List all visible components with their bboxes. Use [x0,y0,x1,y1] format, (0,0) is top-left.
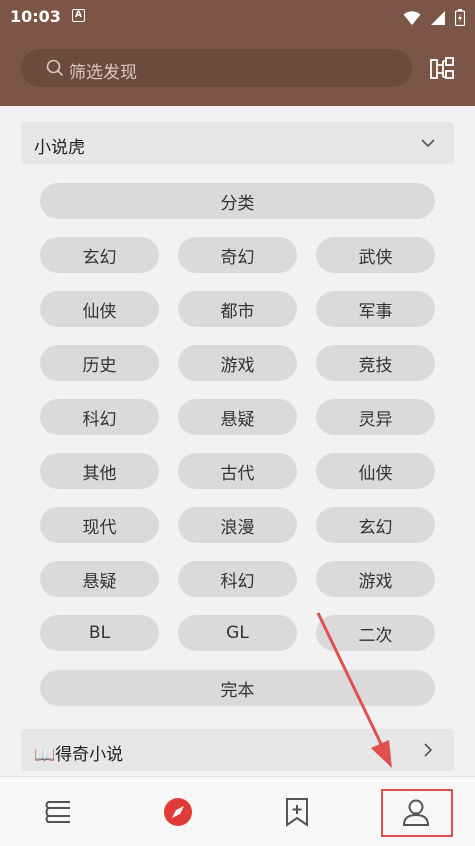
chip[interactable]: 历史 [40,345,159,381]
section-header-deqi[interactable]: 📖得奇小说 [21,729,454,771]
chip[interactable]: 仙侠 [316,453,435,489]
nav-explore[interactable] [119,777,237,846]
chip[interactable]: 仙侠 [40,291,159,327]
app-header: 10:03 A 筛选发现 [0,0,475,106]
chip[interactable]: 科幻 [178,561,297,597]
chip[interactable]: 悬疑 [178,399,297,435]
search-icon [46,59,64,77]
bookshelf-icon [45,801,70,823]
chip[interactable]: 玄幻 [316,507,435,543]
chip[interactable]: 其他 [40,453,159,489]
chip-footer[interactable]: 完本 [40,670,435,706]
signal-icon [430,10,445,25]
nav-bookshelf[interactable] [0,777,118,846]
chip[interactable]: 悬疑 [40,561,159,597]
chip[interactable]: BL [40,615,159,651]
chip[interactable]: 二次 [316,615,435,651]
status-bar: 10:03 A [0,0,475,34]
explore-icon [164,798,192,826]
chip[interactable]: 游戏 [316,561,435,597]
section-title: 小说虎 [34,138,85,158]
chip-header[interactable]: 分类 [40,183,435,219]
chevron-right-icon [424,743,433,757]
chip[interactable]: 奇幻 [178,237,297,273]
chevron-down-icon [421,139,435,148]
chip[interactable]: GL [178,615,297,651]
nav-bookmark[interactable] [238,777,356,846]
battery-icon [455,9,465,26]
chip[interactable]: 游戏 [178,345,297,381]
chip[interactable]: 军事 [316,291,435,327]
wifi-icon [403,10,421,25]
chip[interactable]: 武侠 [316,237,435,273]
chip[interactable]: 现代 [40,507,159,543]
search-input[interactable]: 筛选发现 [21,49,412,87]
section-header-xiaoshuohu[interactable]: 小说虎 [21,122,454,164]
chip[interactable]: 灵异 [316,399,435,435]
notification-a-icon: A [72,9,85,22]
chip[interactable]: 都市 [178,291,297,327]
status-icons [399,7,465,26]
chip[interactable]: 玄幻 [40,237,159,273]
highlight-box [381,789,453,837]
chip[interactable]: 浪漫 [178,507,297,543]
source-manage-icon[interactable] [430,57,456,81]
chip[interactable]: 竞技 [316,345,435,381]
chip[interactable]: 古代 [178,453,297,489]
chip[interactable]: 科幻 [40,399,159,435]
section-title: 📖得奇小说 [34,745,124,765]
status-time: 10:03 [10,7,61,26]
bookmark-add-icon [286,798,308,827]
search-placeholder: 筛选发现 [69,63,137,83]
